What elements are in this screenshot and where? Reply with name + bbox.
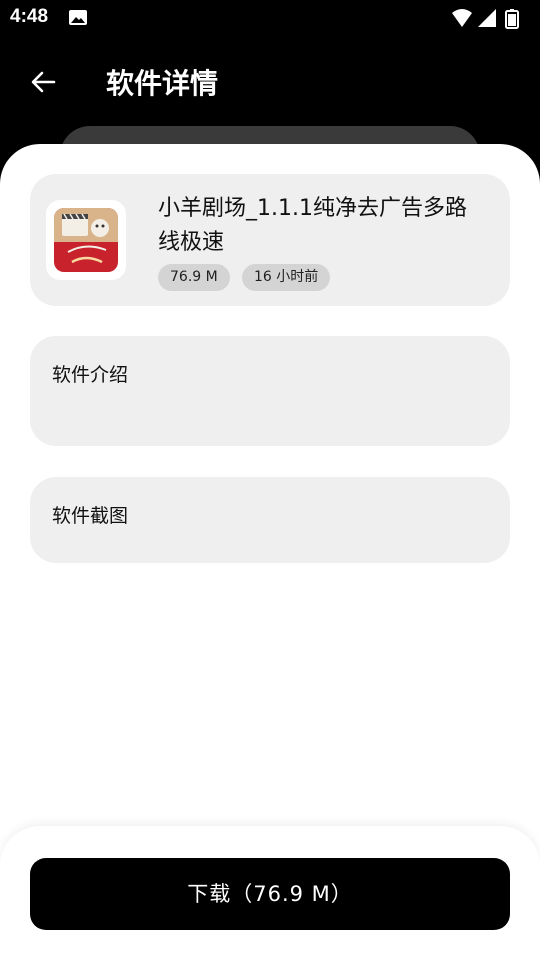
bottom-action-bar: 下载（76.9 M） [0,826,540,960]
wifi-icon [452,9,472,27]
app-info-card: 小羊剧场_1.1.1纯净去广告多路线极速 76.9 M 16 小时前 [30,174,510,306]
intro-section: 软件介绍 [30,336,510,446]
page-title: 软件详情 [106,67,219,100]
arrow-left-icon[interactable] [22,60,66,104]
download-button[interactable]: 下载（76.9 M） [30,858,510,930]
app-icon-frame [46,200,126,280]
status-time: 4:48 [10,6,49,27]
app-updated-badge: 16 小时前 [242,264,331,291]
status-icons [452,9,519,29]
app-logo-icon [54,208,118,272]
status-bar: 4:48 [0,0,540,36]
app-size-badge: 76.9 M [158,264,230,291]
signal-icon [478,9,496,27]
intro-section-title: 软件介绍 [52,364,129,386]
screenshots-section: 软件截图 [30,477,510,563]
app-name: 小羊剧场_1.1.1纯净去广告多路线极速 [158,196,467,255]
battery-icon [505,9,519,29]
image-icon [69,10,87,25]
screenshots-section-title: 软件截图 [52,505,129,527]
app-bar: 软件详情 [0,36,540,126]
